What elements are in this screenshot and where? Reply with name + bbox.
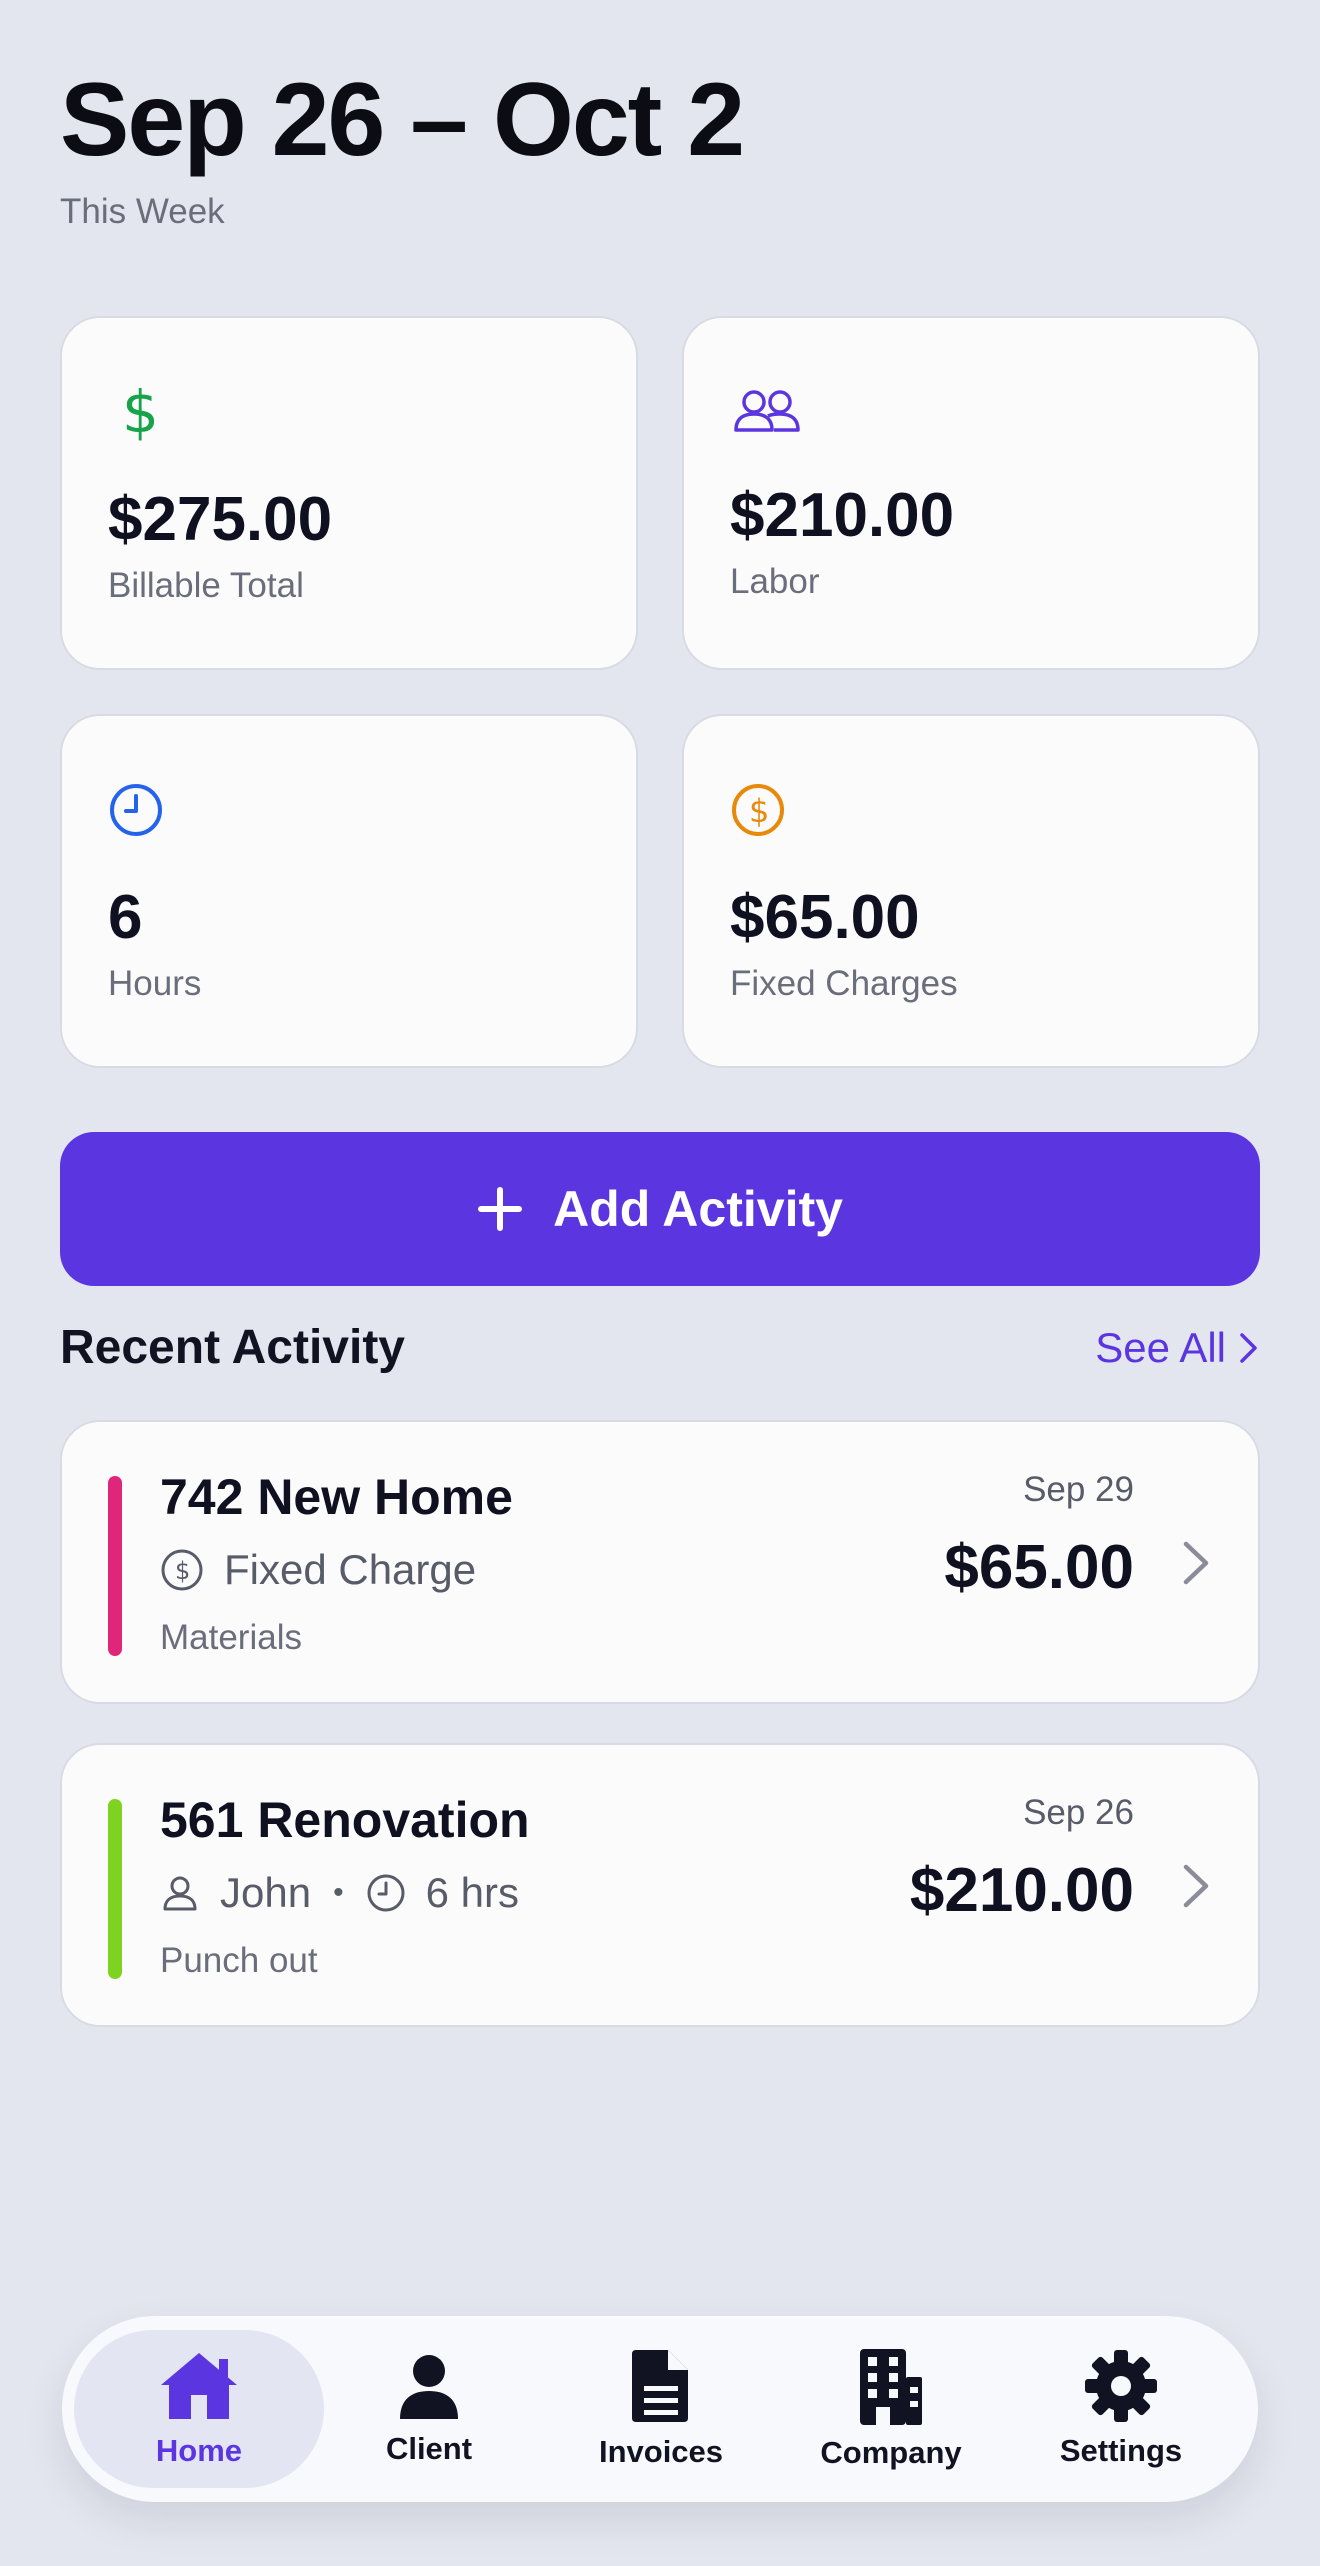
period-label: This Week — [60, 192, 225, 231]
svg-text:$: $ — [122, 380, 159, 444]
activity-meta: $ Fixed Charge — [160, 1546, 476, 1594]
bottom-tab-bar: Home Client Invoices Company Settings — [62, 2316, 1258, 2502]
tab-label: Home — [155, 2433, 243, 2468]
stat-value: $275.00 — [108, 485, 333, 554]
activity-hours: 6 hrs — [425, 1869, 519, 1916]
tab-invoices[interactable]: Invoices — [536, 2330, 786, 2488]
tab-label: Invoices — [598, 2434, 724, 2469]
svg-text:$: $ — [749, 792, 769, 830]
tab-label: Settings — [1059, 2433, 1183, 2468]
add-activity-button[interactable]: Add Activity — [60, 1132, 1260, 1286]
tab-client[interactable]: Client — [304, 2330, 554, 2488]
chevron-right-icon — [1183, 1864, 1209, 1908]
activity-person-name: John — [220, 1869, 312, 1916]
svg-text:$: $ — [175, 1557, 190, 1585]
stat-value: $210.00 — [730, 481, 955, 550]
activity-title: 742 New Home — [160, 1469, 513, 1525]
activity-accent-bar — [108, 1476, 122, 1656]
clock-icon — [367, 1874, 405, 1912]
stat-value: $65.00 — [730, 883, 920, 952]
stat-card-hours[interactable]: 6 Hours — [60, 714, 638, 1068]
home-icon — [161, 2353, 237, 2419]
stat-card-labor[interactable]: $210.00 Labor — [682, 316, 1260, 670]
tab-company[interactable]: Company — [766, 2330, 1016, 2488]
dollar-circle-icon: $ — [732, 784, 784, 836]
stats-grid: $ $275.00 Billable Total $210.00 Labor 6… — [60, 316, 1260, 1068]
chevron-right-icon — [1240, 1332, 1257, 1363]
activity-date: Sep 29 — [1023, 1470, 1134, 1509]
dollar-circle-icon: $ — [161, 1549, 203, 1591]
activity-date: Sep 26 — [1023, 1793, 1134, 1832]
stat-value: 6 — [108, 883, 143, 952]
stat-card-billable-total[interactable]: $ $275.00 Billable Total — [60, 316, 638, 670]
see-all-link[interactable]: See All — [1095, 1324, 1260, 1372]
stat-label: Fixed Charges — [730, 964, 958, 1003]
activity-accent-bar — [108, 1799, 122, 1979]
activity-subtitle: Punch out — [160, 1941, 318, 1980]
stat-card-fixed-charges[interactable]: $ $65.00 Fixed Charges — [682, 714, 1260, 1068]
section-title: Recent Activity — [60, 1321, 405, 1374]
activity-card[interactable]: 561 Renovation John • 6 hrs Punch out Se… — [60, 1743, 1260, 2027]
building-icon — [860, 2349, 922, 2425]
person-icon — [400, 2355, 458, 2419]
tab-settings[interactable]: Settings — [996, 2330, 1246, 2488]
activity-person: John — [160, 1869, 311, 1917]
page-title: Sep 26 – Oct 2 — [60, 62, 745, 178]
meta-separator: • — [333, 1876, 344, 1909]
tab-label: Company — [820, 2435, 962, 2470]
stat-label: Labor — [730, 562, 820, 601]
users-icon — [734, 390, 800, 432]
person-icon — [163, 1876, 197, 1911]
dollar-icon: $ — [122, 380, 159, 444]
activity-meta: John • 6 hrs — [160, 1869, 519, 1917]
activity-amount: $210.00 — [909, 1856, 1134, 1925]
activity-subtitle: Materials — [160, 1618, 302, 1657]
activity-amount: $65.00 — [944, 1533, 1134, 1602]
plus-icon — [478, 1187, 523, 1231]
add-activity-label: Add Activity — [553, 1181, 843, 1237]
tab-label: Client — [385, 2431, 473, 2466]
header: Sep 26 – Oct 2 This Week — [60, 62, 745, 232]
recent-activity-header: Recent Activity See All — [60, 1320, 1260, 1375]
gear-icon — [1085, 2350, 1157, 2422]
stat-label: Hours — [108, 964, 202, 1003]
clock-icon — [110, 784, 162, 836]
activity-title: 561 Renovation — [160, 1792, 530, 1848]
see-all-label: See All — [1095, 1323, 1226, 1371]
document-icon — [632, 2350, 688, 2422]
stat-label: Billable Total — [108, 566, 304, 605]
activity-card[interactable]: 742 New Home $ Fixed Charge Materials Se… — [60, 1420, 1260, 1704]
chevron-right-icon — [1183, 1541, 1209, 1585]
tab-home[interactable]: Home — [74, 2330, 324, 2488]
activity-type-label: Fixed Charge — [224, 1546, 477, 1593]
home-screen: Sep 26 – Oct 2 This Week $ $275.00 Billa… — [0, 0, 1320, 2566]
activity-duration: 6 hrs — [366, 1869, 519, 1917]
activity-type: $ Fixed Charge — [160, 1546, 476, 1594]
